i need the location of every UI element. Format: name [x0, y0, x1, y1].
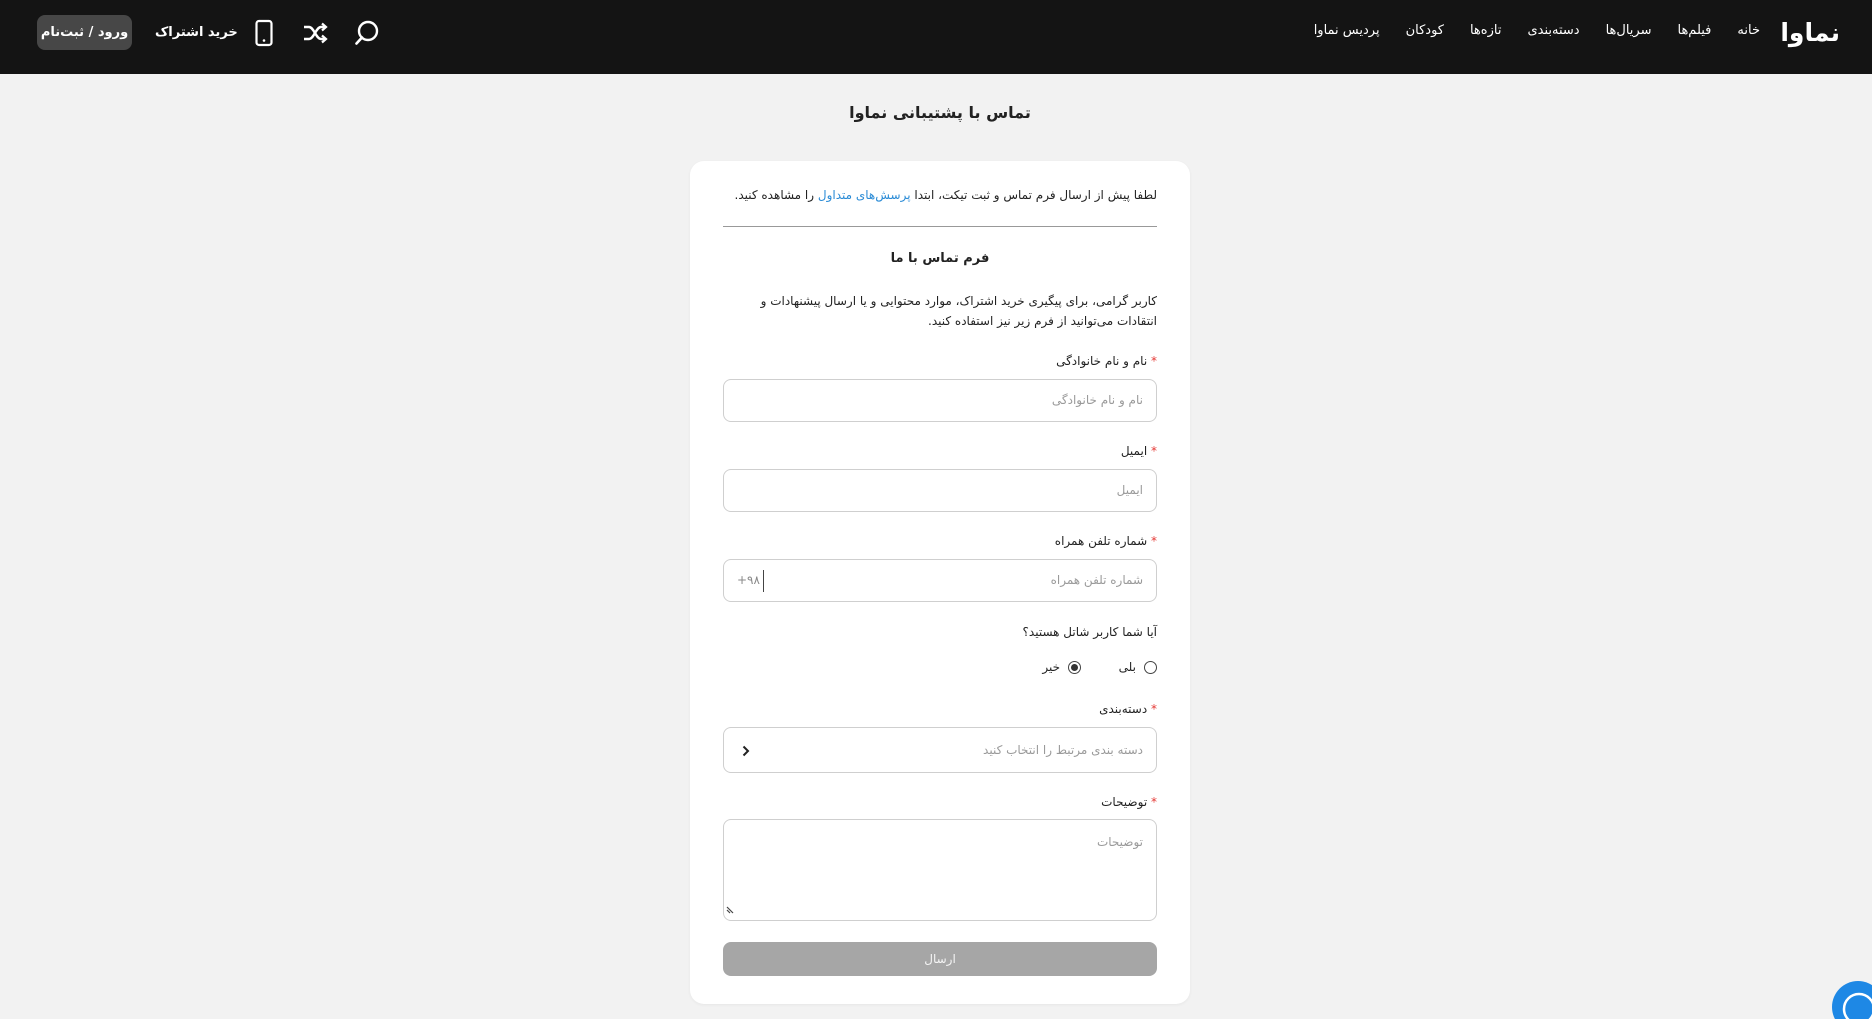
faq-link[interactable]: پرسش‌های متداول: [818, 188, 911, 202]
description-textarea[interactable]: توضیحات: [723, 819, 1157, 921]
form-intro: کاربر گرامی، برای پیگیری خرید اشتراک، مو…: [760, 294, 1157, 328]
chat-support-icon[interactable]: [1832, 981, 1872, 1019]
submit-button[interactable]: ارسال: [723, 942, 1157, 976]
category-select[interactable]: دسته بندی مرتبط را انتخاب کنید: [723, 727, 1157, 773]
radio-yes[interactable]: بلی: [1119, 660, 1157, 674]
radio-yes-circle[interactable]: [1144, 660, 1157, 674]
radio-no[interactable]: خیر: [1042, 660, 1081, 674]
nav-item-pardis[interactable]: پردیس نماوا: [1314, 23, 1380, 38]
notice-text-after: را مشاهده کنید.: [734, 188, 815, 202]
description-label-text: توضیحات: [1101, 795, 1148, 809]
required-mark: *: [1151, 795, 1157, 809]
text-cursor: [763, 570, 764, 592]
buy-subscription-link[interactable]: خرید اشتراک: [155, 25, 238, 40]
required-mark: *: [1151, 702, 1157, 716]
search-icon[interactable]: [352, 18, 382, 48]
phone-input[interactable]: شماره تلفن همراه +۹۸: [723, 559, 1157, 602]
nav-item-movies[interactable]: فیلم‌ها: [1677, 23, 1711, 38]
email-placeholder: ایمیل: [1116, 483, 1143, 497]
radio-no-circle[interactable]: [1068, 660, 1081, 674]
category-placeholder: دسته بندی مرتبط را انتخاب کنید: [983, 743, 1143, 757]
required-mark: *: [1151, 354, 1157, 368]
nav-item-categories[interactable]: دسته‌بندی: [1527, 23, 1579, 38]
mobile-icon[interactable]: [249, 18, 279, 48]
faq-notice: لطفا پیش از ارسال فرم تماس و ثبت تیکت، ا…: [735, 188, 1157, 202]
email-input[interactable]: ایمیل: [723, 469, 1157, 512]
resize-handle-icon[interactable]: [726, 899, 736, 918]
name-input[interactable]: نام و نام خانوادگی: [723, 379, 1157, 422]
nav-item-kids[interactable]: کودکان: [1406, 23, 1444, 38]
radio-yes-label: بلی: [1118, 660, 1136, 674]
nav-item-home[interactable]: خانه: [1737, 23, 1760, 38]
shuffle-icon[interactable]: [300, 18, 330, 48]
top-navbar: نماوا خانه فیلم‌ها سریال‌ها دسته‌بندی تا…: [0, 0, 1872, 74]
phone-placeholder: شماره تلفن همراه: [1050, 573, 1143, 587]
required-mark: *: [1151, 444, 1157, 458]
nav-item-new[interactable]: تازه‌ها: [1470, 23, 1501, 38]
form-title: فرم تماس با ما: [890, 251, 990, 266]
chevron-icon: [741, 743, 751, 762]
category-label: * دسته‌بندی: [1099, 702, 1157, 716]
name-label-text: نام و نام خانوادگی: [1056, 354, 1148, 368]
contact-form-card: لطفا پیش از ارسال فرم تماس و ثبت تیکت، ا…: [690, 161, 1190, 1004]
brand-logo[interactable]: نماوا: [1780, 18, 1840, 47]
email-label-text: ایمیل: [1120, 444, 1148, 458]
category-label-text: دسته‌بندی: [1099, 702, 1148, 716]
divider: [723, 226, 1157, 227]
description-placeholder: توضیحات: [1096, 835, 1143, 849]
phone-label: * شماره تلفن همراه: [1055, 534, 1157, 548]
phone-label-text: شماره تلفن همراه: [1054, 534, 1148, 548]
description-label: * توضیحات: [1101, 795, 1157, 809]
header-actions: ورود / ثبت‌نام خرید اشتراک: [37, 15, 238, 50]
radio-no-label: خیر: [1042, 660, 1060, 674]
email-label: * ایمیل: [1121, 444, 1157, 458]
nav-item-series[interactable]: سریال‌ها: [1606, 23, 1652, 38]
shatel-question: آیا شما کاربر شاتل هستید؟: [1022, 625, 1157, 639]
main-nav: خانه فیلم‌ها سریال‌ها دسته‌بندی تازه‌ها …: [1314, 23, 1760, 38]
country-code-prefix: +۹۸: [737, 573, 760, 587]
login-register-button[interactable]: ورود / ثبت‌نام: [37, 15, 132, 50]
required-mark: *: [1151, 534, 1157, 548]
name-label: * نام و نام خانوادگی: [1056, 354, 1157, 368]
notice-text-before: لطفا پیش از ارسال فرم تماس و ثبت تیکت، ا…: [914, 188, 1157, 202]
name-placeholder: نام و نام خانوادگی: [1051, 393, 1143, 407]
page-title: تماس با پشتیبانی نماوا: [849, 103, 1031, 122]
